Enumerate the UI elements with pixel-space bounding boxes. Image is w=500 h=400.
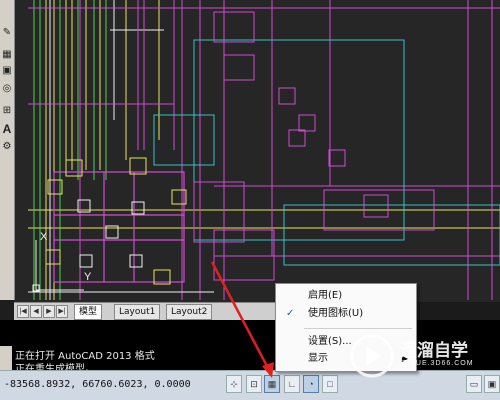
watermark: 溜溜自学 ZIXUE.3D66.COM (348, 328, 493, 384)
watermark-site: ZIXUE.3D66.COM (402, 360, 474, 367)
autocad-window: X Y ✎ ▦ ▣ ◎ ⊞ A ⚙ |◀ ◀ ▶ ▶| 模型 Layout1 L… (0, 0, 500, 400)
menu-item-enable[interactable]: 启用(E) (276, 288, 416, 304)
menu-item-label: 设置(S)... (308, 336, 352, 347)
checkmark-icon: ✓ (286, 308, 295, 319)
menu-item-use-icons[interactable]: ✓ 使用图标(U) (276, 306, 416, 322)
menu-item-label: 显示 (308, 353, 328, 364)
menu-item-label: 使用图标(U) (308, 308, 364, 319)
watermark-brand: 溜溜自学 (400, 341, 468, 361)
menu-item-label: 启用(E) (308, 290, 343, 301)
